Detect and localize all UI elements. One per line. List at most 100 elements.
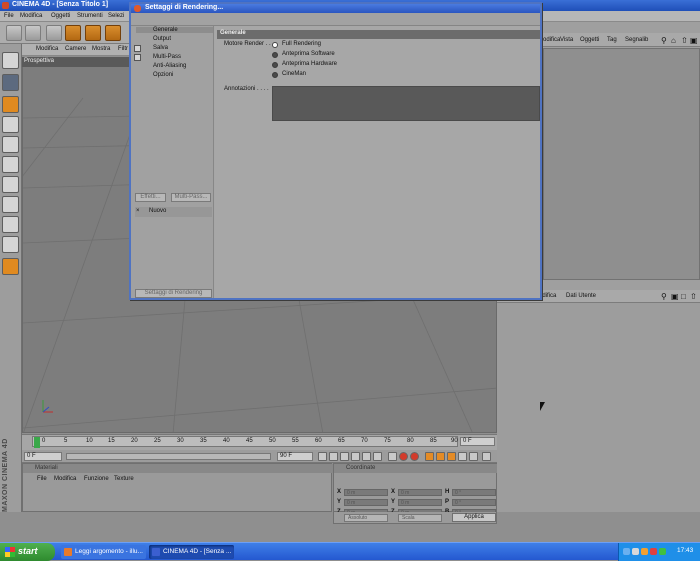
nav-generale[interactable]: Generale [136,27,213,33]
move-tool-icon[interactable] [65,25,81,41]
scale-tool-icon[interactable] [85,25,101,41]
start-button[interactable]: start [0,543,55,561]
record-icon[interactable] [399,452,408,461]
mat-menu-funzione[interactable]: Funzione [84,476,109,482]
checker-icon[interactable] [2,216,19,233]
menu-file[interactable]: File [4,13,14,19]
pos-x-field[interactable]: 0 m [344,489,388,496]
vp-menu-mostra[interactable]: Mostra [92,46,110,52]
polygons-mode-icon[interactable] [2,136,19,153]
menu-modifica[interactable]: Modifica [20,13,42,19]
messenger-icon[interactable] [641,548,648,555]
goto-end-icon[interactable] [373,452,382,461]
lock-icon[interactable]: ▣ [671,292,679,301]
update-icon[interactable] [659,548,666,555]
task-button-browser[interactable]: Leggi argomento - illu... [61,545,146,559]
start-frame-field[interactable]: 0 F [24,452,62,461]
nav-opzioni[interactable]: Opzioni [153,72,173,78]
pos-y-field[interactable]: 0 m [344,499,388,506]
vp-menu-modifica[interactable]: Modifica [36,46,58,52]
nav-anti-aliasing[interactable]: Anti-Aliasing [153,63,186,69]
am-menu-dati-utente[interactable]: Dati Utente [566,293,596,299]
vp-menu-filtro[interactable]: Filtr [118,46,128,52]
engine-radio-cineman[interactable] [272,72,278,78]
display-icon[interactable] [632,548,639,555]
uv-mode-icon[interactable] [2,196,19,213]
mat-menu-file[interactable]: File [37,476,47,482]
om-menu-segnalibri[interactable]: Segnalib [625,37,648,43]
engine-radio-software[interactable] [272,52,278,58]
points-mode-icon[interactable] [2,96,19,113]
nav-output[interactable]: Output [153,36,171,42]
task-button-cinema4d[interactable]: CINEMA 4D - [Senza ... [149,545,234,559]
menu-selezione[interactable]: Selezi [108,13,124,19]
next-frame-icon[interactable] [362,452,371,461]
om-menu-modifica[interactable]: odifica [543,37,560,43]
om-menu-tag[interactable]: Tag [607,37,617,43]
axis-mode-icon[interactable] [2,176,19,193]
goto-start-icon[interactable] [318,452,327,461]
autokey-icon[interactable] [410,452,419,461]
size-x-field[interactable]: 0 m [398,489,442,496]
edges-mode-icon[interactable] [2,116,19,133]
key-scale-icon[interactable] [436,452,445,461]
current-frame-field[interactable]: 0 F [460,437,495,446]
coordinate-mode-select[interactable]: Assoluto [344,514,388,522]
om-menu-vista[interactable]: Vista [560,37,573,43]
new-view-icon[interactable]: □ [681,292,686,301]
coordinate-scale-select[interactable]: Scala [398,514,442,522]
object-mode-icon[interactable] [2,74,19,91]
grid-snap-icon[interactable] [2,236,19,253]
render-settings-button[interactable]: Settaggi di Rendering [135,289,212,298]
network-icon[interactable] [623,548,630,555]
remove-icon[interactable]: × [136,208,140,214]
rotate-tool-icon[interactable] [105,25,121,41]
nav-multi-pass[interactable]: Multi-Pass [153,54,181,60]
effects-button[interactable]: Effetti... [135,193,166,202]
timeline-ruler[interactable]: 0 5 10 15 20 25 30 35 40 45 50 55 60 65 … [32,436,458,448]
mat-menu-texture[interactable]: Texture [114,476,134,482]
lock-icon[interactable]: ▣ [690,36,698,45]
home-icon[interactable]: ⌂ [671,36,676,45]
nav-salva[interactable]: Salva [153,45,168,51]
sculpt-icon[interactable] [2,258,19,275]
timeline-options-icon[interactable] [482,452,491,461]
render-dialog-title-bar[interactable]: Settaggi di Rendering... [131,4,540,13]
apply-button[interactable]: Applica [452,513,496,522]
model-mode-icon[interactable] [2,52,19,69]
multipass-checkbox[interactable] [134,54,141,61]
multipass-button[interactable]: Multi-Pass... [171,193,211,202]
key-position-icon[interactable] [425,452,434,461]
salva-checkbox[interactable] [134,45,141,52]
object-manager-list[interactable] [543,48,700,280]
prev-frame-icon[interactable] [340,452,349,461]
rot-p-field[interactable]: 0 ° [452,499,496,506]
navigate-up-icon[interactable]: ⇧ [690,292,697,301]
record-mode-icon[interactable] [388,452,397,461]
antivirus-icon[interactable] [650,548,657,555]
key-pla-icon[interactable] [469,452,478,461]
mat-menu-modifica[interactable]: Modifica [54,476,76,482]
engine-radio-hardware[interactable] [272,62,278,68]
current-frame-marker[interactable] [34,437,40,448]
navigate-up-icon[interactable]: ⇧ [681,36,688,45]
om-menu-oggetti[interactable]: Oggetti [580,37,599,43]
pointer-tool-icon[interactable] [46,25,62,41]
search-icon[interactable]: ⚲ [661,292,667,301]
menu-oggetti[interactable]: Oggetti [51,13,70,19]
menu-strumenti[interactable]: Strumenti [77,13,103,19]
redo-icon[interactable] [25,25,41,41]
annotations-textarea[interactable] [272,86,540,121]
rot-h-field[interactable]: 0 ° [452,489,496,496]
end-frame-field[interactable]: 90 F [277,452,313,461]
vp-menu-camere[interactable]: Camere [65,46,86,52]
texture-mode-icon[interactable] [2,156,19,173]
engine-radio-full[interactable] [272,42,278,48]
size-y-field[interactable]: 0 m [398,499,442,506]
play-icon[interactable] [351,452,360,461]
undo-icon[interactable] [6,25,22,41]
key-param-icon[interactable] [458,452,467,461]
search-icon[interactable]: ⚲ [661,36,667,45]
multipass-list-item[interactable]: × Nuovo [135,207,212,217]
prev-key-icon[interactable] [329,452,338,461]
